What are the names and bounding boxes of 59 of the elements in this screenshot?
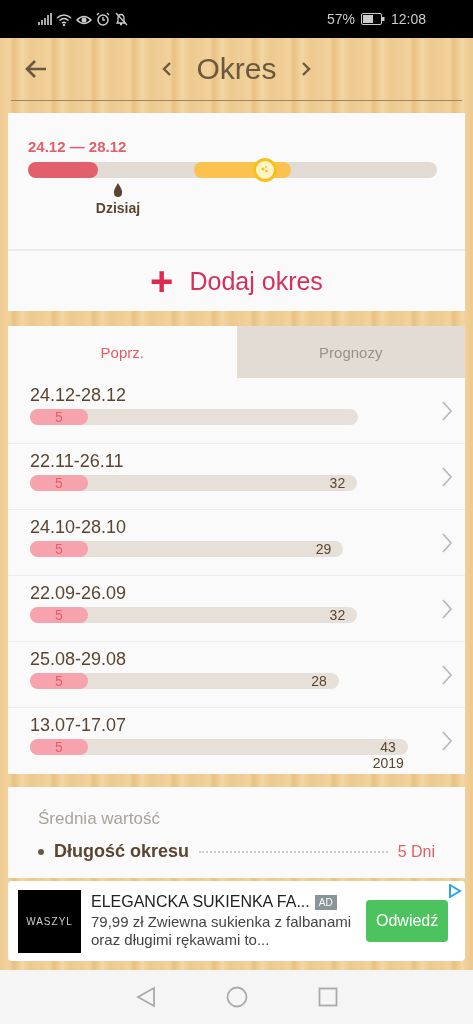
chevron-right-icon [441, 531, 453, 554]
ad-text: 79,99 zł Zwiewna sukienka z falbanami oraz długimi rękawami to... [91, 913, 353, 949]
period-length: 5 [55, 475, 63, 491]
clock: 12:08 [390, 11, 426, 27]
add-period-button[interactable]: + Dodaj okres [8, 251, 465, 311]
alarm-icon [96, 12, 110, 26]
section-title: Średnia wartość [38, 809, 161, 829]
period-length: 5 [55, 409, 63, 425]
stat-value: 5 Dni [397, 842, 435, 861]
cycle-length: 43 [380, 739, 396, 755]
chevron-right-icon [441, 730, 453, 752]
stat-label: Długość okresu [54, 841, 190, 862]
period-length: 5 [55, 541, 63, 557]
period-row[interactable]: 13.07-17.07 5 43 2019 [8, 708, 465, 774]
period-length: 5 [55, 607, 63, 623]
cycle-length: 28 [311, 673, 327, 689]
battery-percent: 57% [326, 11, 355, 27]
period-length: 5 [55, 739, 63, 755]
period-row[interactable]: 24.10-28.10 5 29 [8, 510, 465, 576]
chevron-right-icon [441, 465, 453, 488]
battery-icon [360, 13, 385, 25]
ad-title: ELEGANCKA SUKIENKA FA... [91, 893, 310, 911]
plus-icon: + [150, 261, 174, 301]
bullet-icon [38, 848, 44, 855]
year-label: 2019 [372, 755, 405, 771]
chevron-right-icon [441, 399, 453, 422]
ad-choices-icon [448, 884, 462, 898]
muted-bell-icon [114, 12, 128, 26]
cycle-length: 32 [329, 607, 346, 623]
chevron-left-icon [162, 61, 173, 77]
period-row[interactable]: 25.08-29.08 5 28 [8, 642, 465, 708]
wifi-icon [56, 12, 72, 26]
period-dates: 22.09-26.09 [30, 583, 128, 604]
today-label: Dzisiaj [95, 200, 141, 216]
ad-logo: WASZYL [18, 889, 81, 953]
drop-icon [112, 183, 123, 197]
period-dates: 22.11-26.11 [30, 451, 125, 472]
period-dates: 13.07-17.07 [30, 715, 128, 736]
circle-icon [225, 986, 248, 1008]
chevron-right-icon [300, 61, 311, 77]
period-dates: 25.08-29.08 [30, 649, 128, 670]
page-title: Okres [196, 52, 277, 86]
period-dates: 24.12-28.12 [30, 385, 128, 406]
period-row[interactable]: 24.12-28.12 5 [8, 378, 465, 444]
chevron-right-icon [441, 597, 453, 620]
triangle-icon [135, 986, 156, 1008]
square-icon [317, 987, 338, 1007]
chevron-right-icon [441, 663, 453, 686]
egg-icon [253, 158, 278, 182]
period-dates: 24.10-28.10 [30, 517, 128, 538]
signal-icon [38, 13, 52, 25]
period-row[interactable]: 22.11-26.11 5 32 [8, 444, 465, 510]
cycle-length: 32 [329, 475, 346, 491]
ad-badge: AD [314, 894, 337, 910]
period-length: 5 [55, 673, 63, 689]
period-range: 24.12 — 28.12 [28, 138, 128, 155]
period-row[interactable]: 22.09-26.09 5 32 [8, 576, 465, 642]
cycle-length: 29 [315, 541, 332, 557]
back-arrow-icon [25, 59, 47, 79]
